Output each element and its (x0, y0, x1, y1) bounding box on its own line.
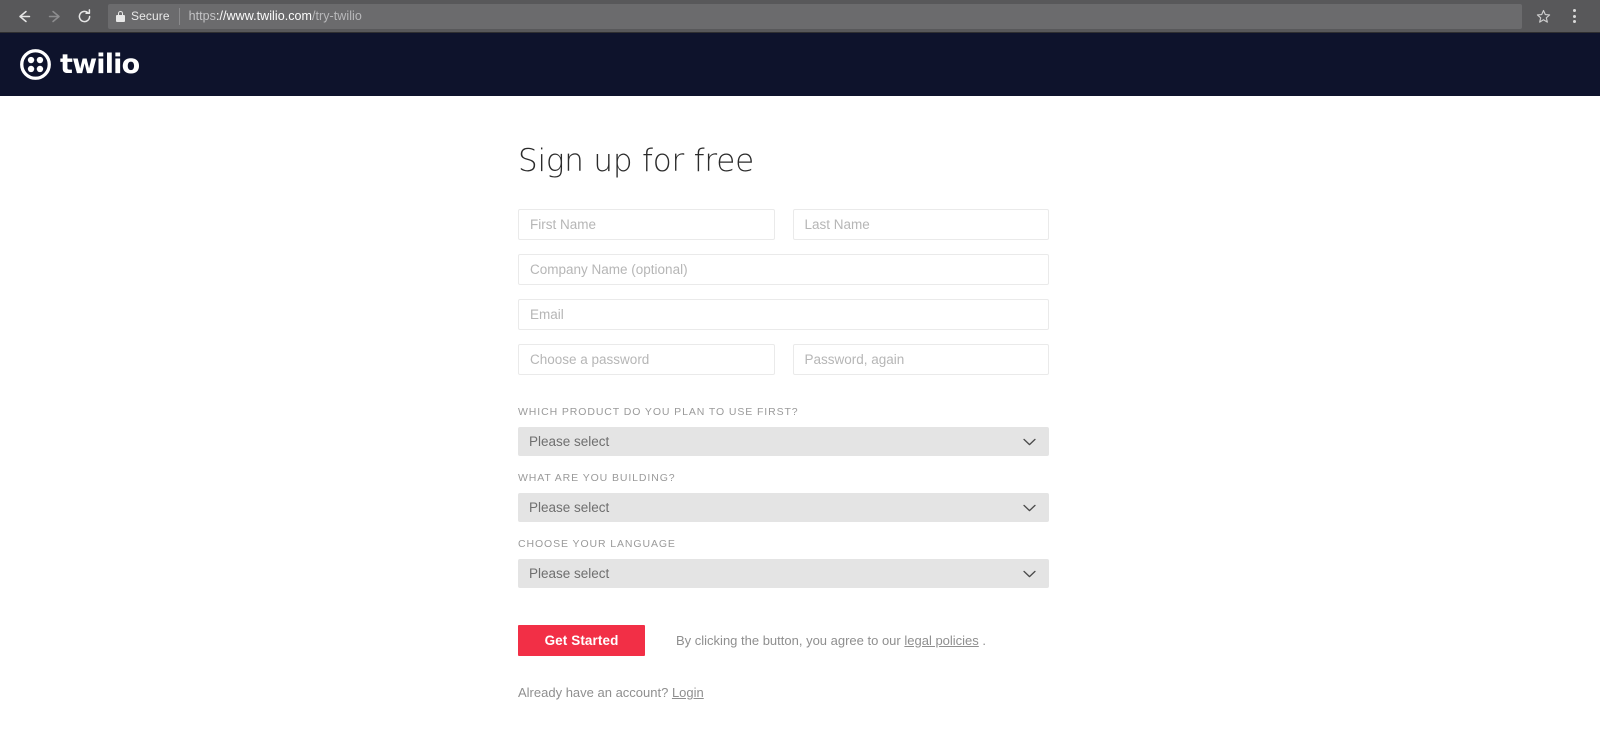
first-name-input[interactable] (518, 209, 775, 240)
email-input[interactable] (518, 299, 1049, 330)
language-select-label: CHOOSE YOUR LANGUAGE (518, 538, 676, 550)
password-field (518, 344, 775, 375)
security-label: Secure (131, 9, 170, 23)
building-select-group: WHAT ARE YOU BUILDING? Please select (518, 472, 1049, 522)
email-row (518, 299, 1049, 330)
login-prompt-text: Already have an account? (518, 685, 672, 700)
last-name-field (792, 209, 1049, 240)
login-prompt: Already have an account? Login (518, 685, 1049, 700)
three-dots-menu-icon (1572, 9, 1576, 12)
url-scheme: https (188, 9, 216, 23)
legal-suffix-text: . (978, 633, 987, 648)
twilio-circle-dots-icon (20, 49, 51, 80)
legal-disclaimer: By clicking the button, you agree to our… (676, 633, 986, 648)
legal-prefix-text: By clicking the button, you agree to our (676, 633, 905, 648)
back-button[interactable] (10, 2, 38, 30)
bookmark-button[interactable] (1530, 3, 1556, 29)
legal-policies-link[interactable]: legal policies (904, 633, 978, 648)
site-header: twilio (0, 33, 1600, 96)
url-text: https://www.twilio.com/try-twilio (189, 9, 362, 23)
building-select-shell: Please select (518, 493, 1049, 522)
login-link[interactable]: Login (672, 685, 704, 700)
arrow-right-icon (48, 10, 60, 22)
reload-icon (78, 8, 90, 22)
twilio-logo[interactable]: twilio (20, 49, 140, 80)
reload-button[interactable] (70, 2, 98, 30)
password-input[interactable] (518, 344, 775, 375)
product-select-group: WHICH PRODUCT DO YOU PLAN TO USE FIRST? … (518, 406, 1049, 456)
browser-toolbar: Secure https://www.twilio.com/try-twilio (0, 0, 1600, 33)
url-host: ://www.twilio.com (215, 9, 312, 23)
arrow-left-icon (18, 10, 30, 22)
address-bar[interactable]: Secure https://www.twilio.com/try-twilio (108, 3, 1522, 29)
star-icon (1536, 9, 1550, 23)
product-select[interactable]: Please select (518, 427, 1049, 456)
building-select-label: WHAT ARE YOU BUILDING? (518, 472, 676, 484)
language-select-group: CHOOSE YOUR LANGUAGE Please select (518, 538, 1049, 588)
security-indicator[interactable]: Secure (116, 7, 180, 25)
url-path: /try-twilio (312, 9, 362, 23)
password-confirm-field (792, 344, 1049, 375)
twilio-wordmark: twilio (60, 49, 140, 80)
signup-form: Sign up for free WHICH PRODUCT D (518, 143, 1049, 700)
name-row (518, 209, 1049, 240)
browser-menu-button[interactable] (1562, 3, 1586, 29)
product-select-label: WHICH PRODUCT DO YOU PLAN TO USE FIRST? (518, 406, 799, 418)
company-row (518, 254, 1049, 285)
page-content: Sign up for free WHICH PRODUCT D (0, 96, 1600, 732)
form-spacer (518, 389, 1049, 406)
get-started-button[interactable]: Get Started (518, 625, 645, 656)
form-actions: Get Started By clicking the button, you … (518, 625, 1049, 656)
page-title: Sign up for free (518, 143, 754, 179)
building-select[interactable]: Please select (518, 493, 1049, 522)
password-row (518, 344, 1049, 375)
company-name-input[interactable] (518, 254, 1049, 285)
language-select[interactable]: Please select (518, 559, 1049, 588)
language-select-shell: Please select (518, 559, 1049, 588)
first-name-field (518, 209, 775, 240)
password-confirm-input[interactable] (792, 344, 1049, 375)
last-name-input[interactable] (792, 209, 1049, 240)
forward-button[interactable] (40, 2, 68, 30)
lock-icon (116, 10, 125, 22)
product-select-shell: Please select (518, 427, 1049, 456)
browser-actions (1530, 3, 1590, 29)
